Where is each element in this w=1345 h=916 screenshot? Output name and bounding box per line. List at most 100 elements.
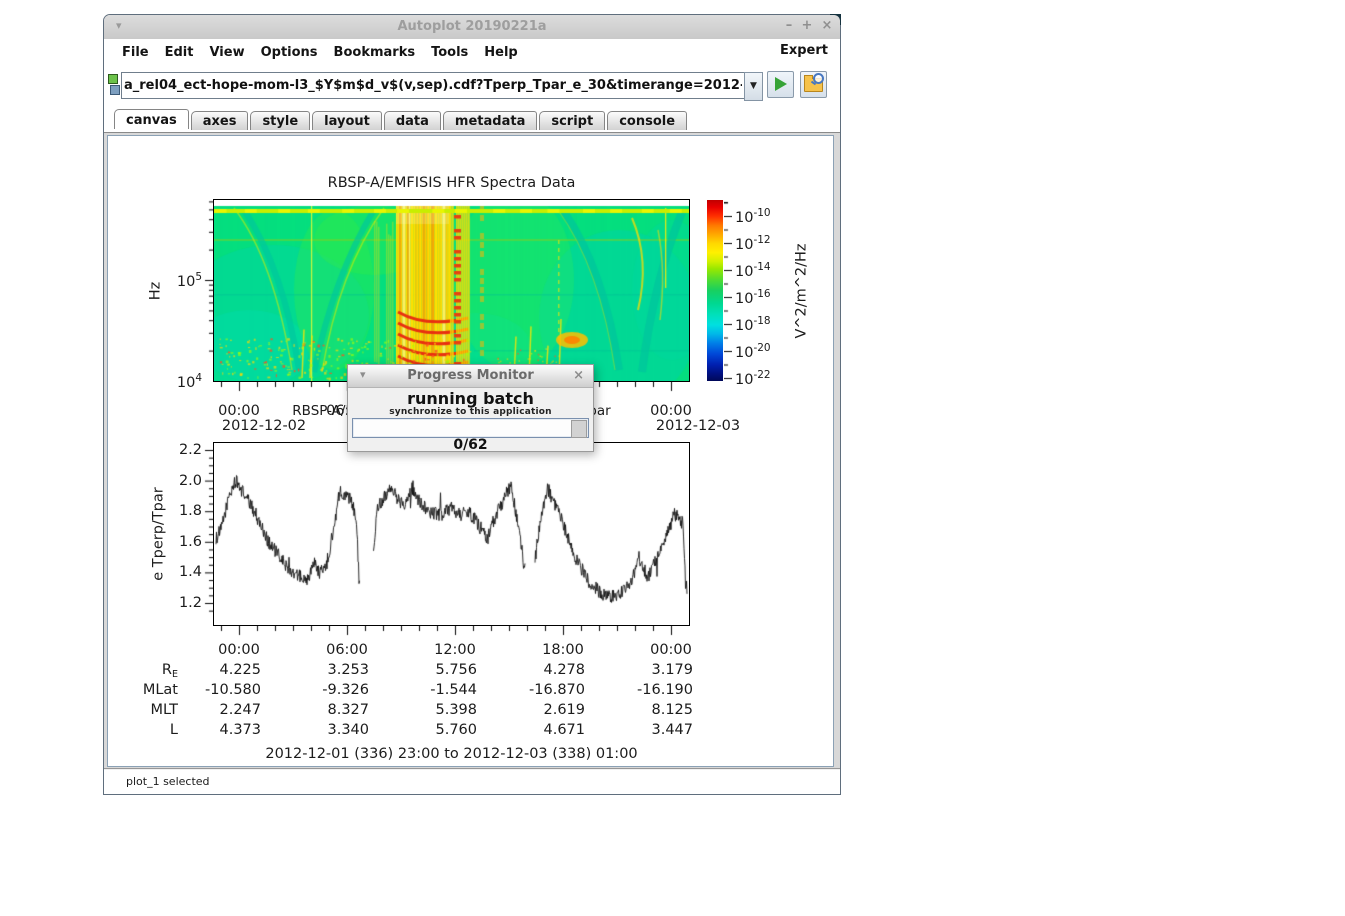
menubar: FileEditViewOptionsBookmarksToolsHelp Ex… xyxy=(104,39,840,62)
tab-script[interactable]: script xyxy=(539,111,605,130)
menu-item-file[interactable]: File xyxy=(114,43,157,62)
spectrogram-plot[interactable] xyxy=(214,200,689,381)
dialog-title: Progress Monitor xyxy=(348,368,593,383)
plot2-ytick-label: 1.6 xyxy=(144,534,202,550)
tab-console[interactable]: console xyxy=(607,111,687,130)
browse-button[interactable] xyxy=(800,71,827,98)
ephemeris-value: 5.760 xyxy=(387,722,477,738)
ephemeris-value: 5.756 xyxy=(387,662,477,678)
titlebar[interactable]: ▾ Autoplot 20190221a – + × xyxy=(104,15,840,39)
tab-layout[interactable]: layout xyxy=(312,111,382,130)
tab-content-panel: RBSP-A/EMFISIS HFR Spectra Data Hz V^2/m… xyxy=(104,132,840,768)
ephemeris-value: 4.278 xyxy=(495,662,585,678)
progress-monitor-dialog[interactable]: ▾ Progress Monitor × running batch synch… xyxy=(347,364,594,452)
tab-style[interactable]: style xyxy=(250,111,310,130)
colorbar-tick-label: 10-12 xyxy=(735,234,805,253)
ephemeris-value: -9.326 xyxy=(279,682,369,698)
ephemeris-value: 3.179 xyxy=(603,662,693,678)
ephemeris-row-label: L xyxy=(116,722,178,738)
play-icon xyxy=(775,77,787,91)
colorbar-tick-marks xyxy=(724,200,732,381)
plot2-xtick-label: 12:00 xyxy=(425,642,485,658)
plot2-ytick-label: 2.0 xyxy=(144,473,202,489)
ephemeris-row-label: RE xyxy=(116,662,178,680)
ephemeris-value: 4.671 xyxy=(495,722,585,738)
status-text: plot_1 selected xyxy=(126,775,210,788)
plot1-ytick-label: 105 xyxy=(144,271,202,290)
ephemeris-value: -10.580 xyxy=(171,682,261,698)
ephemeris-value: 8.327 xyxy=(279,702,369,718)
ephemeris-value: 8.125 xyxy=(603,702,693,718)
go-button[interactable] xyxy=(767,71,794,98)
magnifier-icon xyxy=(813,73,824,84)
maximize-button[interactable]: + xyxy=(798,18,816,33)
tab-metadata[interactable]: metadata xyxy=(443,111,537,130)
timeseries-plot[interactable] xyxy=(214,443,689,625)
plot1-ylabel: Hz xyxy=(135,200,175,381)
colorbar-tick-label: 10-10 xyxy=(735,207,805,226)
colorbar-tick-label: 10-20 xyxy=(735,342,805,361)
autoplot-window: ▾ Autoplot 20190221a – + × FileEditViewO… xyxy=(103,14,841,795)
progress-sub-label: synchronize to this application xyxy=(348,407,593,417)
plot1-date-right: 2012-12-03 xyxy=(638,418,758,434)
progress-dialog-titlebar: ▾ Progress Monitor × xyxy=(348,365,593,388)
colorbar-tick-label: 10-22 xyxy=(735,369,805,388)
ephemeris-value: 5.398 xyxy=(387,702,477,718)
ephemeris-value: -1.544 xyxy=(387,682,477,698)
dataset-selector-icon xyxy=(108,74,120,96)
plot2-ytick-label: 1.4 xyxy=(144,564,202,580)
plot1-date-left: 2012-12-02 xyxy=(204,418,324,434)
plot2-ytick-label: 2.2 xyxy=(144,442,202,458)
time-range-footer: 2012-12-01 (336) 23:00 to 2012-12-03 (33… xyxy=(214,746,689,762)
progress-stop-button[interactable] xyxy=(571,420,587,438)
ephemeris-row-label: MLT xyxy=(116,702,178,718)
menu-item-bookmarks[interactable]: Bookmarks xyxy=(326,43,424,62)
plot2-xtick-label: 00:00 xyxy=(209,642,269,658)
plot-canvas-area[interactable]: RBSP-A/EMFISIS HFR Spectra Data Hz V^2/m… xyxy=(107,135,834,767)
menu-item-tools[interactable]: Tools xyxy=(423,43,476,62)
plot1-ytick-marks xyxy=(204,200,214,381)
ephemeris-row-label: MLat xyxy=(116,682,178,698)
menu-item-help[interactable]: Help xyxy=(476,43,525,62)
colorbar-tick-label: 10-18 xyxy=(735,315,805,334)
plot2-xtick-label: 18:00 xyxy=(533,642,593,658)
tab-data[interactable]: data xyxy=(384,111,441,130)
menu-item-edit[interactable]: Edit xyxy=(157,43,202,62)
menu-item-view[interactable]: View xyxy=(201,43,252,62)
expert-mode-label[interactable]: Expert xyxy=(780,43,828,58)
ephemeris-value: 4.225 xyxy=(171,662,261,678)
plot2-ytick-label: 1.8 xyxy=(144,503,202,519)
ephemeris-value: 2.619 xyxy=(495,702,585,718)
colorbar-tick-label: 10-14 xyxy=(735,261,805,280)
ephemeris-value: 4.373 xyxy=(171,722,261,738)
window-title: Autoplot 20190221a xyxy=(104,19,840,34)
colorbar-tick-label: 10-16 xyxy=(735,288,805,307)
progress-count: 0/62 xyxy=(348,437,593,453)
plot2-ytick-label: 1.2 xyxy=(144,595,202,611)
ephemeris-value: 3.340 xyxy=(279,722,369,738)
ephemeris-value: 2.247 xyxy=(171,702,261,718)
progress-task-label: running batch xyxy=(348,389,593,408)
tab-canvas[interactable]: canvas xyxy=(114,109,189,129)
status-bar: plot_1 selected xyxy=(104,768,840,794)
tab-axes[interactable]: axes xyxy=(191,111,249,130)
progress-bar xyxy=(352,418,589,438)
plot1-title: RBSP-A/EMFISIS HFR Spectra Data xyxy=(214,175,689,191)
minimize-button[interactable]: – xyxy=(780,18,798,33)
plot2-xtick-label: 00:00 xyxy=(641,642,701,658)
colorbar xyxy=(707,200,723,381)
tab-bar: canvasaxesstylelayoutdatametadatascriptc… xyxy=(104,111,840,132)
plot2-xtick-label: 06:00 xyxy=(317,642,377,658)
ephemeris-value: 3.253 xyxy=(279,662,369,678)
ephemeris-value: -16.190 xyxy=(603,682,693,698)
ephemeris-value: -16.870 xyxy=(495,682,585,698)
plot2-xtick-marks xyxy=(214,626,689,637)
dialog-close-icon[interactable]: × xyxy=(573,368,584,383)
plot2-ytick-marks xyxy=(204,443,214,626)
plot1-ytick-label: 104 xyxy=(144,372,202,391)
uri-input[interactable] xyxy=(121,72,745,99)
close-button[interactable]: × xyxy=(818,18,836,33)
menu-item-options[interactable]: Options xyxy=(253,43,326,62)
uri-dropdown-button[interactable]: ▼ xyxy=(744,72,763,101)
uri-toolbar: ▼ xyxy=(104,62,840,111)
